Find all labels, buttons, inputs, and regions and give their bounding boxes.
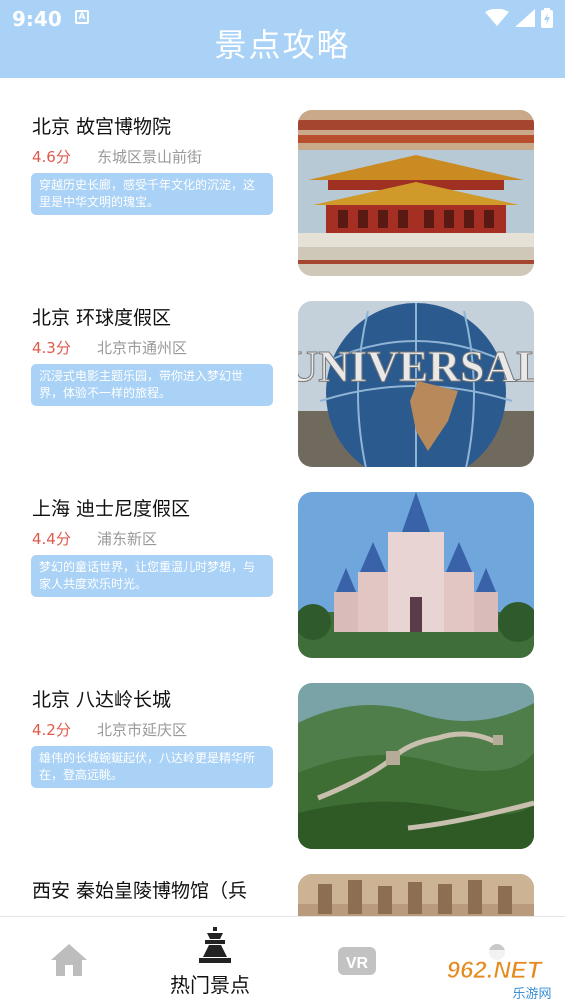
attraction-address: 浦东新区 [97, 530, 158, 548]
watermark-sub: 乐游网 [512, 987, 551, 1002]
terracotta-photo[interactable] [298, 874, 534, 916]
attraction-address: 北京市通州区 [97, 339, 188, 357]
attraction-description: 雄伟的长城蜿蜒起伏，八达岭更是精华所在，登高远眺。 [31, 746, 273, 788]
nav-hot-spots[interactable]: 热门景点 [165, 917, 265, 1004]
nav-vr[interactable]: VR [330, 917, 390, 1004]
nav-label: 热门景点 [170, 973, 250, 997]
app-header: 9:40 A 景点攻略 [0, 0, 565, 78]
forbidden-city-photo[interactable] [298, 110, 534, 276]
attraction-description: 穿越历史长廊，感受千年文化的沉淀，这里是中华文明的瑰宝。 [31, 173, 273, 215]
attraction-card[interactable]: 北京 环球度假区 4.3分 北京市通州区 沉浸式电影主题乐园，带你进入梦幻世界，… [0, 269, 565, 467]
great-wall-photo[interactable] [298, 683, 534, 849]
home-icon [51, 944, 87, 976]
attraction-card[interactable]: 北京 八达岭长城 4.2分 北京市延庆区 雄伟的长城蜿蜒起伏，八达岭更是精华所在… [0, 651, 565, 849]
attraction-address: 东城区景山前街 [97, 148, 203, 166]
attraction-name: 北京 环球度假区 [32, 307, 172, 329]
attraction-name: 西安 秦始皇陵博物馆（兵 [32, 880, 248, 902]
attraction-score: 4.2分 [32, 721, 71, 739]
universal-text: UNIVERSAL [298, 342, 534, 391]
attraction-name: 上海 迪士尼度假区 [32, 498, 191, 520]
attraction-address: 北京市延庆区 [97, 721, 188, 739]
attraction-score: 4.6分 [32, 148, 71, 166]
attraction-description: 梦幻的童话世界，让您重温儿时梦想，与家人共度欢乐时光。 [31, 555, 273, 597]
attraction-score: 4.3分 [32, 339, 71, 357]
page-title: 景点攻略 [214, 26, 351, 64]
universal-globe-photo[interactable]: UNIVERSAL [298, 301, 534, 467]
attraction-score: 4.4分 [32, 530, 71, 548]
attraction-name: 北京 八达岭长城 [32, 689, 172, 711]
tower-icon [199, 927, 231, 963]
attraction-name: 北京 故宫博物院 [32, 116, 172, 138]
attraction-description: 沉浸式电影主题乐园，带你进入梦幻世界，体验不一样的旅程。 [31, 364, 273, 406]
disney-castle-photo[interactable] [298, 492, 534, 658]
attraction-list[interactable]: 北京 故宫博物院 4.6分 东城区景山前街 穿越历史长廊，感受千年文化的沉淀，这… [0, 78, 565, 916]
attraction-card[interactable]: 北京 故宫博物院 4.6分 东城区景山前街 穿越历史长廊，感受千年文化的沉淀，这… [0, 78, 565, 276]
attraction-card[interactable]: 西安 秦始皇陵博物馆（兵 [0, 842, 565, 916]
nav-home[interactable] [40, 917, 100, 1004]
attraction-card[interactable]: 上海 迪士尼度假区 4.4分 浦东新区 梦幻的童话世界，让您重温儿时梦想，与家人… [0, 460, 565, 658]
watermark-logo: 962.NET 乐游网 [424, 948, 565, 1004]
watermark-text: 962.NET [447, 957, 544, 984]
vr-icon: VR [338, 947, 376, 975]
svg-text:VR: VR [346, 955, 369, 972]
